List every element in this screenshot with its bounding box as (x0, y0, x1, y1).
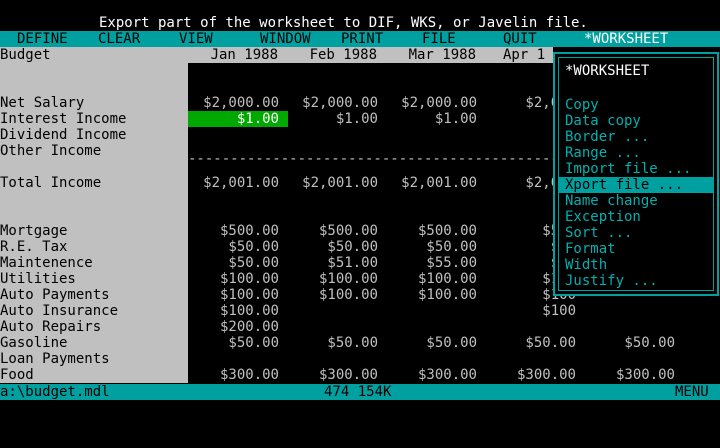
menu-item-worksheet[interactable]: *WORKSHEET (584, 31, 668, 47)
cell-value[interactable]: $500.00 (189, 223, 279, 239)
worksheet-menu-item[interactable]: Width (565, 257, 715, 273)
row-label[interactable]: Other Income (0, 143, 188, 159)
row-label[interactable]: Net Salary (0, 95, 188, 111)
cell-value[interactable]: $2,000.00 (387, 95, 477, 111)
row-label[interactable]: Loan Payments (0, 351, 188, 367)
cell-value[interactable]: $2,001.00 (288, 175, 378, 191)
menu-bar: DEFINE CLEAR VIEW WINDOW PRINT FILE QUIT *WORKS… (0, 31, 720, 47)
cell-value[interactable]: $300.00 (585, 367, 675, 383)
total-separator: ----------------------------------------… (188, 151, 553, 167)
cell-value[interactable]: $50.00 (486, 335, 576, 351)
cell-value[interactable]: $50.00 (288, 239, 378, 255)
cell-value[interactable]: $50.00 (288, 335, 378, 351)
cell-value[interactable]: $100.00 (288, 271, 378, 287)
row-label[interactable]: Dividend Income (0, 127, 188, 143)
menu-item-define[interactable]: DEFINE (17, 31, 68, 47)
worksheet-menu-item[interactable]: Sort ... (565, 225, 715, 241)
cell-value[interactable]: $50.00 (189, 335, 279, 351)
menu-item-window[interactable]: WINDOW (260, 31, 311, 47)
cell-value[interactable]: $500.00 (288, 223, 378, 239)
row-label[interactable]: Mortgage (0, 223, 188, 239)
cell-value[interactable]: $300.00 (288, 367, 378, 383)
menu-item-quit[interactable]: QUIT (503, 31, 537, 47)
column-header[interactable]: Feb 1988 (287, 47, 377, 63)
menu-item-file[interactable]: FILE (422, 31, 456, 47)
row-label[interactable]: Gasoline (0, 335, 188, 351)
cell-value[interactable]: $2,000.00 (288, 95, 378, 111)
cell-value[interactable]: $100.00 (189, 271, 279, 287)
menu-item-clear[interactable]: CLEAR (98, 31, 140, 47)
status-mode: MENU (675, 384, 709, 400)
cell-value[interactable]: $50.00 (189, 255, 279, 271)
prompt-text: Export part of the worksheet to DIF, WKS… (99, 15, 588, 31)
row-label[interactable]: Utilities (0, 271, 188, 287)
row-label[interactable]: Maintenence (0, 255, 188, 271)
cell-value[interactable]: $100.00 (288, 287, 378, 303)
cell-value[interactable]: $100.00 (189, 287, 279, 303)
cell-value[interactable]: $300.00 (486, 367, 576, 383)
worksheet-menu-item[interactable]: Copy (565, 97, 715, 113)
column-header[interactable]: Jan 1988 (188, 47, 278, 63)
cell-value[interactable]: $100.00 (387, 271, 477, 287)
cell-value[interactable]: $50.00 (585, 335, 675, 351)
row-label[interactable]: Auto Repairs (0, 319, 188, 335)
selected-cell[interactable]: $1.00 (189, 111, 279, 127)
worksheet-menu: *WORKSHEET Copy Data copy Border ... Range … (553, 52, 719, 296)
cell-value[interactable]: $2,000.00 (189, 95, 279, 111)
column-header[interactable]: Mar 1988 (386, 47, 476, 63)
cell-value[interactable]: $300.00 (387, 367, 477, 383)
row-label[interactable]: Auto Payments (0, 287, 188, 303)
worksheet-menu-item[interactable]: Justify ... (565, 273, 715, 289)
cell-value[interactable]: $55.00 (387, 255, 477, 271)
cell-value[interactable]: $50.00 (387, 239, 477, 255)
cell-value[interactable]: $100 (486, 303, 576, 319)
worksheet-menu-item[interactable]: Data copy (565, 113, 715, 129)
cell-value[interactable]: $2,001.00 (189, 175, 279, 191)
status-bar: a:\budget.mdl 474 154K MENU (0, 384, 720, 400)
cell-value[interactable]: $100.00 (189, 303, 279, 319)
worksheet-menu-item[interactable]: Format (565, 241, 715, 257)
cell-value[interactable]: $2,001.00 (387, 175, 477, 191)
cell-value[interactable]: $1.00 (288, 111, 378, 127)
cell-value[interactable]: $200.00 (189, 319, 279, 335)
row-label[interactable]: Interest Income (0, 111, 188, 127)
menu-item-print[interactable]: PRINT (341, 31, 383, 47)
cell-value[interactable]: $100.00 (387, 287, 477, 303)
cell-value[interactable]: $300.00 (189, 367, 279, 383)
menu-item-view[interactable]: VIEW (179, 31, 213, 47)
worksheet-menu-item[interactable]: Range ... (565, 145, 715, 161)
cell-value[interactable]: $500.00 (387, 223, 477, 239)
worksheet-menu-item[interactable]: Name change (565, 193, 715, 209)
worksheet-menu-item[interactable]: Import file ... (565, 161, 715, 177)
sheet-name: Budget (0, 47, 188, 63)
title-line: Export part of the worksheet to DIF, WKS… (0, 15, 720, 31)
worksheet-menu-item[interactable]: Exception (565, 209, 715, 225)
status-file: a:\budget.mdl (0, 384, 110, 400)
row-label[interactable]: Total Income (0, 175, 188, 191)
status-memory: 474 154K (324, 384, 392, 400)
row-label[interactable]: R.E. Tax (0, 239, 188, 255)
row-label[interactable]: Food (0, 367, 188, 383)
row-label[interactable]: Auto Insurance (0, 303, 188, 319)
worksheet-menu-title: *WORKSHEET (565, 63, 650, 79)
cell-value[interactable]: $1.00 (387, 111, 477, 127)
cell-value[interactable]: $51.00 (288, 255, 378, 271)
cell-value[interactable]: $50.00 (189, 239, 279, 255)
worksheet-menu-item[interactable]: Xport file ... (559, 177, 713, 193)
worksheet-menu-item[interactable]: Border ... (565, 129, 715, 145)
cell-value[interactable]: $50.00 (387, 335, 477, 351)
